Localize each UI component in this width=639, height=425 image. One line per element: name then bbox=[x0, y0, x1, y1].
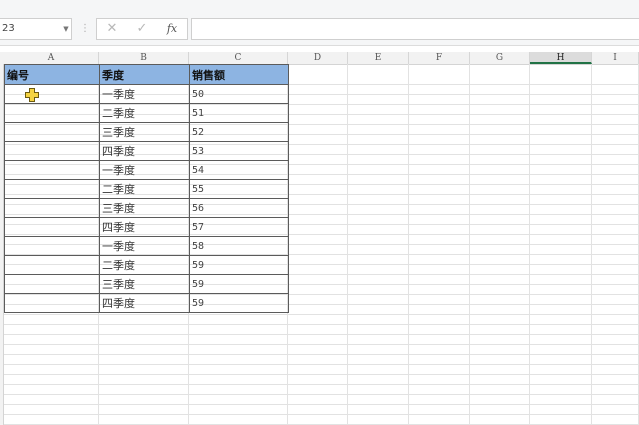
column-header-h[interactable]: H bbox=[530, 52, 592, 64]
row-gridline bbox=[4, 324, 639, 325]
cell-quarter[interactable]: 三季度 bbox=[99, 122, 190, 142]
cell-quarter[interactable]: 三季度 bbox=[99, 198, 190, 218]
cell-id[interactable] bbox=[4, 103, 100, 123]
cell-quarter[interactable]: 一季度 bbox=[99, 84, 190, 104]
cell-id[interactable] bbox=[4, 236, 100, 256]
row-gridline bbox=[4, 354, 639, 355]
table-header-row: 编号 季度 销售额 bbox=[4, 64, 289, 85]
cell-sales[interactable]: 57 bbox=[189, 217, 289, 237]
row-gridline bbox=[4, 334, 639, 335]
cell-quarter[interactable]: 二季度 bbox=[99, 103, 190, 123]
cell-quarter[interactable]: 二季度 bbox=[99, 179, 190, 199]
table-row: 四季度 57 bbox=[4, 217, 289, 237]
cell-quarter[interactable]: 三季度 bbox=[99, 274, 190, 294]
cell-id[interactable] bbox=[4, 198, 100, 218]
table-row: 二季度 55 bbox=[4, 179, 289, 199]
table-row: 二季度 51 bbox=[4, 103, 289, 123]
table-row: 一季度 58 bbox=[4, 236, 289, 256]
cell-id[interactable] bbox=[4, 255, 100, 275]
column-header-c[interactable]: C bbox=[189, 52, 288, 64]
cell-quarter[interactable]: 一季度 bbox=[99, 236, 190, 256]
row-gridline bbox=[4, 314, 639, 315]
cell-sales[interactable]: 53 bbox=[189, 141, 289, 161]
cell-sales[interactable]: 58 bbox=[189, 236, 289, 256]
cell-id[interactable] bbox=[4, 179, 100, 199]
cell-id[interactable] bbox=[4, 274, 100, 294]
table-row: 二季度 59 bbox=[4, 255, 289, 275]
cell-quarter[interactable]: 四季度 bbox=[99, 141, 190, 161]
cell-sales[interactable]: 55 bbox=[189, 179, 289, 199]
table-row: 一季度 54 bbox=[4, 160, 289, 180]
cell-sales[interactable]: 52 bbox=[189, 122, 289, 142]
cell-id[interactable] bbox=[4, 293, 100, 313]
formula-buttons: ✕ ✓ fx bbox=[96, 18, 188, 40]
cell-sales[interactable]: 59 bbox=[189, 255, 289, 275]
column-header-a[interactable]: A bbox=[4, 52, 99, 64]
table-row: 四季度 59 bbox=[4, 293, 289, 313]
row-gridline bbox=[4, 414, 639, 415]
column-header-e[interactable]: E bbox=[348, 52, 409, 64]
cell-id[interactable] bbox=[4, 122, 100, 142]
formula-input[interactable] bbox=[191, 18, 639, 40]
row-gridline bbox=[4, 374, 639, 375]
cell-select-cursor-icon bbox=[25, 88, 39, 102]
data-table: 编号 季度 销售额 一季度 50 二季度 51 三季度 52 四季度 53 一季度 54 二季度 55 三季度… bbox=[4, 64, 289, 313]
column-header-f[interactable]: F bbox=[409, 52, 470, 64]
cell-sales[interactable]: 54 bbox=[189, 160, 289, 180]
table-row: 一季度 50 bbox=[4, 84, 289, 104]
insert-function-icon[interactable]: fx bbox=[161, 19, 183, 39]
formula-bar-separator-icon: ⋮ bbox=[80, 23, 90, 34]
column-header-b[interactable]: B bbox=[99, 52, 189, 64]
cancel-icon[interactable]: ✕ bbox=[101, 19, 123, 39]
header-cell[interactable]: 季度 bbox=[99, 64, 190, 85]
cell-id[interactable] bbox=[4, 141, 100, 161]
header-cell[interactable]: 编号 bbox=[4, 64, 100, 85]
column-header-i[interactable]: I bbox=[592, 52, 639, 64]
column-header-d[interactable]: D bbox=[288, 52, 348, 64]
cell-quarter[interactable]: 四季度 bbox=[99, 217, 190, 237]
row-gridline bbox=[4, 384, 639, 385]
name-box-dropdown-icon[interactable]: ▼ bbox=[60, 18, 72, 40]
row-gridline bbox=[4, 364, 639, 365]
cell-quarter[interactable]: 二季度 bbox=[99, 255, 190, 275]
row-gridline bbox=[4, 404, 639, 405]
cell-sales[interactable]: 51 bbox=[189, 103, 289, 123]
header-cell[interactable]: 销售额 bbox=[189, 64, 289, 85]
row-gridline bbox=[4, 394, 639, 395]
cell-id[interactable] bbox=[4, 84, 100, 104]
cell-id[interactable] bbox=[4, 160, 100, 180]
column-header-g[interactable]: G bbox=[470, 52, 530, 64]
cell-quarter[interactable]: 四季度 bbox=[99, 293, 190, 313]
row-gridline bbox=[4, 344, 639, 345]
cell-sales[interactable]: 59 bbox=[189, 274, 289, 294]
cell-id[interactable] bbox=[4, 217, 100, 237]
cell-sales[interactable]: 59 bbox=[189, 293, 289, 313]
table-row: 四季度 53 bbox=[4, 141, 289, 161]
table-row: 三季度 56 bbox=[4, 198, 289, 218]
cell-sales[interactable]: 56 bbox=[189, 198, 289, 218]
cell-quarter[interactable]: 一季度 bbox=[99, 160, 190, 180]
cell-sales[interactable]: 50 bbox=[189, 84, 289, 104]
formula-bar: 23 ▼ ⋮ ✕ ✓ fx bbox=[0, 0, 639, 46]
table-row: 三季度 52 bbox=[4, 122, 289, 142]
table-row: 三季度 59 bbox=[4, 274, 289, 294]
confirm-icon[interactable]: ✓ bbox=[131, 19, 153, 39]
